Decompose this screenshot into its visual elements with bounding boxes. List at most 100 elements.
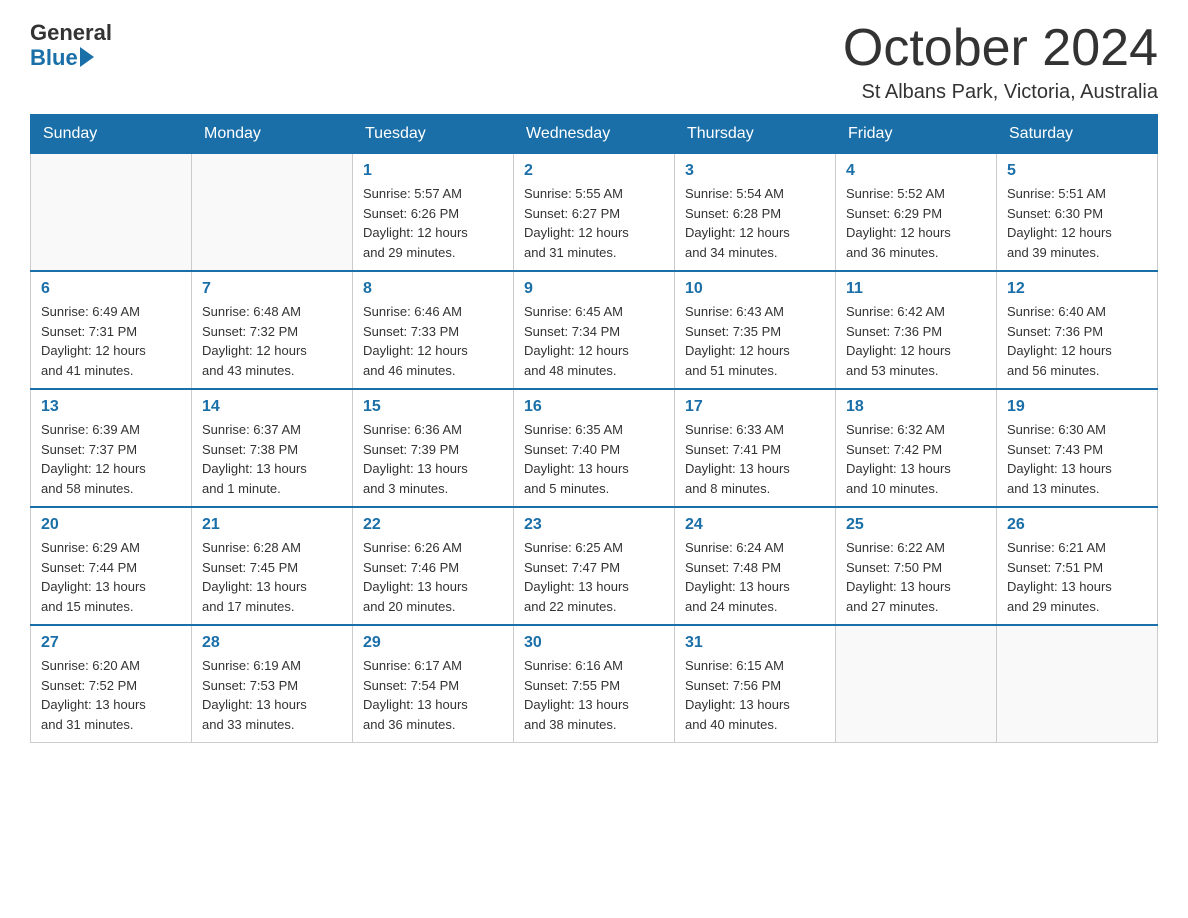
day-info: Sunrise: 6:15 AM Sunset: 7:56 PM Dayligh… [685,656,825,734]
day-info: Sunrise: 6:32 AM Sunset: 7:42 PM Dayligh… [846,420,986,498]
day-info: Sunrise: 6:42 AM Sunset: 7:36 PM Dayligh… [846,302,986,380]
calendar-cell: 18Sunrise: 6:32 AM Sunset: 7:42 PM Dayli… [836,389,997,507]
day-info: Sunrise: 6:21 AM Sunset: 7:51 PM Dayligh… [1007,538,1147,616]
day-number: 30 [524,634,664,652]
day-info: Sunrise: 6:37 AM Sunset: 7:38 PM Dayligh… [202,420,342,498]
day-number: 15 [363,398,503,416]
calendar-cell: 30 Sunrise: 6:16 AM Sunset: 7:55 PM Dayli… [514,625,675,743]
day-number: 5 [1007,162,1147,180]
day-number: 10 [685,280,825,298]
day-info: Sunrise: 6:48 AM Sunset: 7:32 PM Dayligh… [202,302,342,380]
calendar-cell: 1 Sunrise: 5:57 AM Sunset: 6:26 PM Daylig… [353,154,514,272]
calendar-cell: 5 Sunrise: 5:51 AM Sunset: 6:30 PM Daylig… [997,154,1158,272]
day-number: 22 [363,516,503,534]
day-number: 24 [685,516,825,534]
day-number: 1 [363,162,503,180]
day-info: Sunrise: 6:24 AM Sunset: 7:48 PM Dayligh… [685,538,825,616]
calendar-week-row: 1 Sunrise: 5:57 AM Sunset: 6:26 PM Daylig… [31,154,1158,272]
day-info: Sunrise: 6:49 AM Sunset: 7:31 PM Dayligh… [41,302,181,380]
calendar-cell: 15Sunrise: 6:36 AM Sunset: 7:39 PM Dayli… [353,389,514,507]
day-info: Sunrise: 6:35 AM Sunset: 7:40 PM Dayligh… [524,420,664,498]
day-number: 31 [685,634,825,652]
logo-arrow-icon [80,47,94,67]
calendar-cell: 21 Sunrise: 6:28 AM Sunset: 7:45 PM Dayli… [192,507,353,625]
day-info: Sunrise: 6:40 AM Sunset: 7:36 PM Dayligh… [1007,302,1147,380]
day-info: Sunrise: 6:28 AM Sunset: 7:45 PM Dayligh… [202,538,342,616]
calendar-header-sunday: Sunday [31,115,192,154]
calendar-cell [997,625,1158,743]
day-number: 20 [41,516,181,534]
day-number: 4 [846,162,986,180]
calendar-cell: 3Sunrise: 5:54 AM Sunset: 6:28 PM Daylig… [675,154,836,272]
day-info: Sunrise: 6:16 AM Sunset: 7:55 PM Dayligh… [524,656,664,734]
day-number: 16 [524,398,664,416]
day-number: 28 [202,634,342,652]
day-number: 9 [524,280,664,298]
calendar-cell [192,154,353,272]
logo-general: General [30,20,112,45]
day-number: 23 [524,516,664,534]
title-area: October 2024 St Albans Park, Victoria, A… [843,20,1158,104]
day-info: Sunrise: 6:26 AM Sunset: 7:46 PM Dayligh… [363,538,503,616]
day-info: Sunrise: 6:17 AM Sunset: 7:54 PM Dayligh… [363,656,503,734]
location-subtitle: St Albans Park, Victoria, Australia [843,81,1158,104]
day-info: Sunrise: 6:19 AM Sunset: 7:53 PM Dayligh… [202,656,342,734]
day-number: 26 [1007,516,1147,534]
calendar-cell: 22 Sunrise: 6:26 AM Sunset: 7:46 PM Dayli… [353,507,514,625]
calendar-cell: 19 Sunrise: 6:30 AM Sunset: 7:43 PM Dayli… [997,389,1158,507]
calendar-cell: 29Sunrise: 6:17 AM Sunset: 7:54 PM Dayli… [353,625,514,743]
calendar-cell: 10Sunrise: 6:43 AM Sunset: 7:35 PM Dayli… [675,271,836,389]
day-info: Sunrise: 5:52 AM Sunset: 6:29 PM Dayligh… [846,184,986,262]
day-number: 21 [202,516,342,534]
day-info: Sunrise: 5:57 AM Sunset: 6:26 PM Dayligh… [363,184,503,262]
day-info: Sunrise: 6:22 AM Sunset: 7:50 PM Dayligh… [846,538,986,616]
day-number: 19 [1007,398,1147,416]
calendar-cell: 11 Sunrise: 6:42 AM Sunset: 7:36 PM Dayli… [836,271,997,389]
day-info: Sunrise: 6:45 AM Sunset: 7:34 PM Dayligh… [524,302,664,380]
calendar-cell: 8Sunrise: 6:46 AM Sunset: 7:33 PM Daylig… [353,271,514,389]
calendar-cell: 27Sunrise: 6:20 AM Sunset: 7:52 PM Dayli… [31,625,192,743]
calendar-cell: 14 Sunrise: 6:37 AM Sunset: 7:38 PM Dayli… [192,389,353,507]
calendar-cell: 2 Sunrise: 5:55 AM Sunset: 6:27 PM Daylig… [514,154,675,272]
calendar-cell: 12 Sunrise: 6:40 AM Sunset: 7:36 PM Dayli… [997,271,1158,389]
calendar-cell: 28 Sunrise: 6:19 AM Sunset: 7:53 PM Dayli… [192,625,353,743]
calendar-week-row: 20 Sunrise: 6:29 AM Sunset: 7:44 PM Dayli… [31,507,1158,625]
calendar-header-monday: Monday [192,115,353,154]
day-info: Sunrise: 6:25 AM Sunset: 7:47 PM Dayligh… [524,538,664,616]
calendar-header-saturday: Saturday [997,115,1158,154]
calendar-cell: 9 Sunrise: 6:45 AM Sunset: 7:34 PM Daylig… [514,271,675,389]
calendar-table: SundayMondayTuesdayWednesdayThursdayFrid… [30,114,1158,743]
day-info: Sunrise: 6:20 AM Sunset: 7:52 PM Dayligh… [41,656,181,734]
calendar-header-thursday: Thursday [675,115,836,154]
calendar-cell: 6Sunrise: 6:49 AM Sunset: 7:31 PM Daylig… [31,271,192,389]
calendar-cell: 17Sunrise: 6:33 AM Sunset: 7:41 PM Dayli… [675,389,836,507]
day-number: 25 [846,516,986,534]
day-number: 17 [685,398,825,416]
calendar-cell: 25 Sunrise: 6:22 AM Sunset: 7:50 PM Dayli… [836,507,997,625]
day-number: 12 [1007,280,1147,298]
day-info: Sunrise: 5:54 AM Sunset: 6:28 PM Dayligh… [685,184,825,262]
calendar-cell: 4 Sunrise: 5:52 AM Sunset: 6:29 PM Daylig… [836,154,997,272]
calendar-header-wednesday: Wednesday [514,115,675,154]
day-info: Sunrise: 6:39 AM Sunset: 7:37 PM Dayligh… [41,420,181,498]
calendar-header-row: SundayMondayTuesdayWednesdayThursdayFrid… [31,115,1158,154]
logo-blue: Blue [30,45,78,70]
calendar-cell [31,154,192,272]
day-info: Sunrise: 5:55 AM Sunset: 6:27 PM Dayligh… [524,184,664,262]
calendar-cell: 23 Sunrise: 6:25 AM Sunset: 7:47 PM Dayli… [514,507,675,625]
day-number: 11 [846,280,986,298]
calendar-cell: 20 Sunrise: 6:29 AM Sunset: 7:44 PM Dayli… [31,507,192,625]
logo: General Blue [30,20,112,71]
calendar-week-row: 6Sunrise: 6:49 AM Sunset: 7:31 PM Daylig… [31,271,1158,389]
calendar-cell: 7Sunrise: 6:48 AM Sunset: 7:32 PM Daylig… [192,271,353,389]
month-title: October 2024 [843,20,1158,77]
calendar-week-row: 27Sunrise: 6:20 AM Sunset: 7:52 PM Dayli… [31,625,1158,743]
calendar-cell: 31 Sunrise: 6:15 AM Sunset: 7:56 PM Dayli… [675,625,836,743]
day-number: 2 [524,162,664,180]
day-info: Sunrise: 6:30 AM Sunset: 7:43 PM Dayligh… [1007,420,1147,498]
calendar-header-friday: Friday [836,115,997,154]
calendar-cell: 13Sunrise: 6:39 AM Sunset: 7:37 PM Dayli… [31,389,192,507]
day-info: Sunrise: 6:29 AM Sunset: 7:44 PM Dayligh… [41,538,181,616]
day-number: 14 [202,398,342,416]
day-info: Sunrise: 5:51 AM Sunset: 6:30 PM Dayligh… [1007,184,1147,262]
